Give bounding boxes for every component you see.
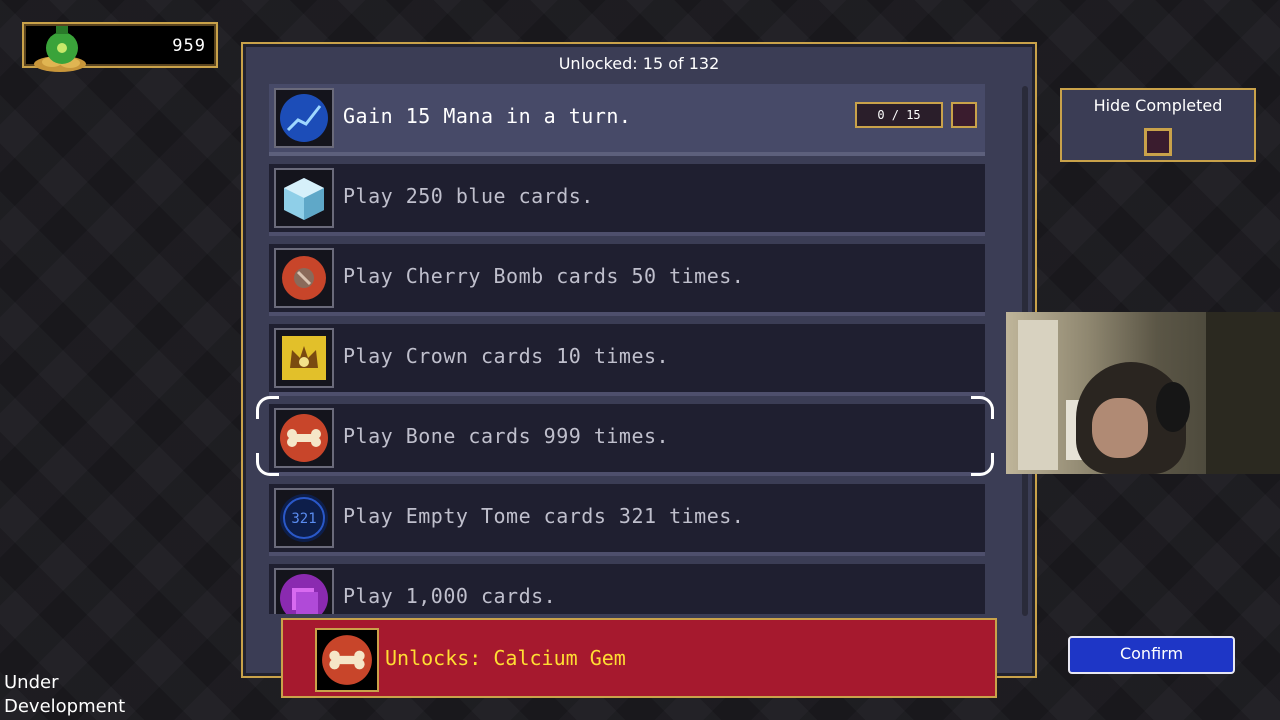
empty-tome-icon: 321 (274, 488, 334, 548)
currency-amount: 959 (172, 36, 206, 56)
achievement-label: Play Cherry Bomb cards 50 times. (343, 264, 745, 288)
achievements-panel: Unlocked: 15 of 132 Gain 15 Mana in a tu… (241, 42, 1037, 678)
achievement-row[interactable]: 321 Play Empty Tome cards 321 times. (269, 484, 985, 556)
cards-stack-icon (274, 568, 334, 614)
unlock-banner: Unlocks: Calcium Gem (281, 618, 997, 698)
achievement-row[interactable]: Play Cherry Bomb cards 50 times. (269, 244, 985, 316)
achievement-label: Play 250 blue cards. (343, 184, 594, 208)
achievement-row[interactable]: Play Crown cards 10 times. (269, 324, 985, 396)
confirm-button[interactable]: Confirm (1068, 636, 1235, 674)
hide-completed-label: Hide Completed (1093, 96, 1223, 115)
achievement-progress: 0 / 15 (855, 102, 943, 128)
achievement-label: Play Bone cards 999 times. (343, 424, 670, 448)
achievement-label: Play Empty Tome cards 321 times. (343, 504, 745, 528)
currency-display: 959 (22, 22, 218, 72)
achievement-label: Play Crown cards 10 times. (343, 344, 670, 368)
achievement-row[interactable]: Play 250 blue cards. (269, 164, 985, 236)
achievement-row[interactable]: Play Bone cards 999 times. (269, 404, 985, 476)
bone-icon (274, 408, 334, 468)
mana-chart-icon (274, 88, 334, 148)
hide-completed-checkbox[interactable] (1144, 128, 1172, 156)
crown-icon (274, 328, 334, 388)
achievement-label: Play 1,000 cards. (343, 584, 557, 608)
achievement-list: Gain 15 Mana in a turn. 0 / 15 Play 250 … (269, 84, 989, 614)
calcium-gem-icon (315, 628, 379, 692)
achievement-row[interactable]: Gain 15 Mana in a turn. 0 / 15 (269, 84, 985, 156)
cherry-bomb-icon (274, 248, 334, 308)
dev-line-1: Under (4, 672, 59, 693)
achievement-row[interactable]: Play 1,000 cards. (269, 564, 985, 614)
webcam-overlay (1006, 312, 1280, 474)
dev-watermark: Under Development (4, 671, 125, 719)
unlocked-count: Unlocked: 15 of 132 (558, 54, 720, 73)
blue-cube-icon (274, 168, 334, 228)
dev-line-2: Development (4, 696, 126, 717)
money-bag-icon (34, 26, 86, 72)
achievement-checkbox[interactable] (951, 102, 977, 128)
unlock-text: Unlocks: Calcium Gem (385, 646, 626, 670)
hide-completed-toggle[interactable]: Hide Completed (1060, 88, 1256, 162)
achievement-label: Gain 15 Mana in a turn. (343, 104, 632, 128)
empty-tome-icon-text: 321 (291, 511, 316, 527)
